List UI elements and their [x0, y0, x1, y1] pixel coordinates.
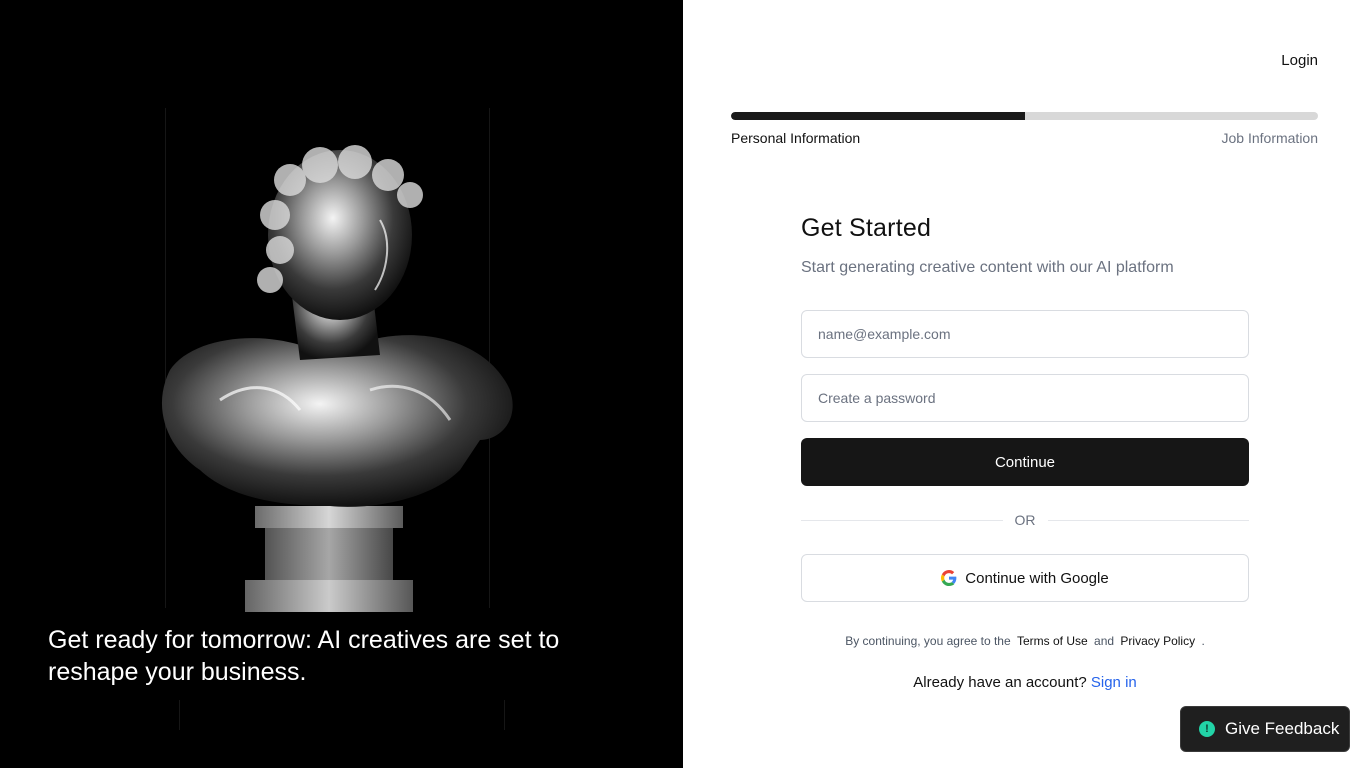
account-prompt-text: Already have an account?: [913, 674, 1087, 691]
page-subtitle: Start generating creative content with o…: [801, 259, 1174, 276]
legal-suffix: .: [1201, 634, 1205, 648]
decor-line: [504, 700, 505, 730]
divider-line: [801, 519, 1003, 521]
privacy-link[interactable]: Privacy Policy: [1120, 634, 1195, 648]
password-field[interactable]: [801, 374, 1249, 422]
google-icon: [941, 570, 957, 586]
legal-prefix: By continuing, you agree to the: [845, 634, 1011, 648]
info-icon: !: [1199, 721, 1215, 737]
or-label: OR: [1014, 512, 1036, 528]
google-button-label: Continue with Google: [965, 569, 1109, 587]
page-title: Get Started: [801, 214, 932, 242]
feedback-label: Give Feedback: [1225, 719, 1340, 738]
step-personal-information: Personal Information: [731, 130, 861, 146]
signin-link[interactable]: Sign in: [1091, 674, 1137, 691]
progress-bar: [731, 112, 1318, 120]
email-field[interactable]: [801, 310, 1249, 358]
give-feedback-button[interactable]: ! Give Feedback: [1180, 706, 1350, 752]
signup-form: Get Started Start generating creative co…: [801, 214, 1249, 691]
login-link[interactable]: Login: [1281, 52, 1318, 69]
step-job-information: Job Information: [1221, 130, 1319, 146]
progress-bar-fill: [731, 112, 1025, 120]
signup-panel: Login Personal Information Job Informati…: [683, 0, 1366, 768]
legal-notice: By continuing, you agree to the Terms of…: [801, 634, 1249, 648]
hero-panel: Get ready for tomorrow: AI creatives are…: [0, 0, 683, 768]
decor-line: [179, 700, 180, 730]
statue-bust-image: [161, 145, 513, 612]
google-signin-button[interactable]: Continue with Google: [801, 554, 1249, 602]
terms-link[interactable]: Terms of Use: [1017, 634, 1088, 648]
continue-button[interactable]: Continue: [801, 438, 1249, 486]
legal-and: and: [1094, 634, 1115, 648]
divider-line: [1047, 519, 1249, 521]
or-divider: OR: [801, 510, 1249, 530]
hero-tagline: Get ready for tomorrow: AI creatives are…: [48, 626, 560, 686]
account-prompt: Already have an account? Sign in: [801, 674, 1249, 691]
